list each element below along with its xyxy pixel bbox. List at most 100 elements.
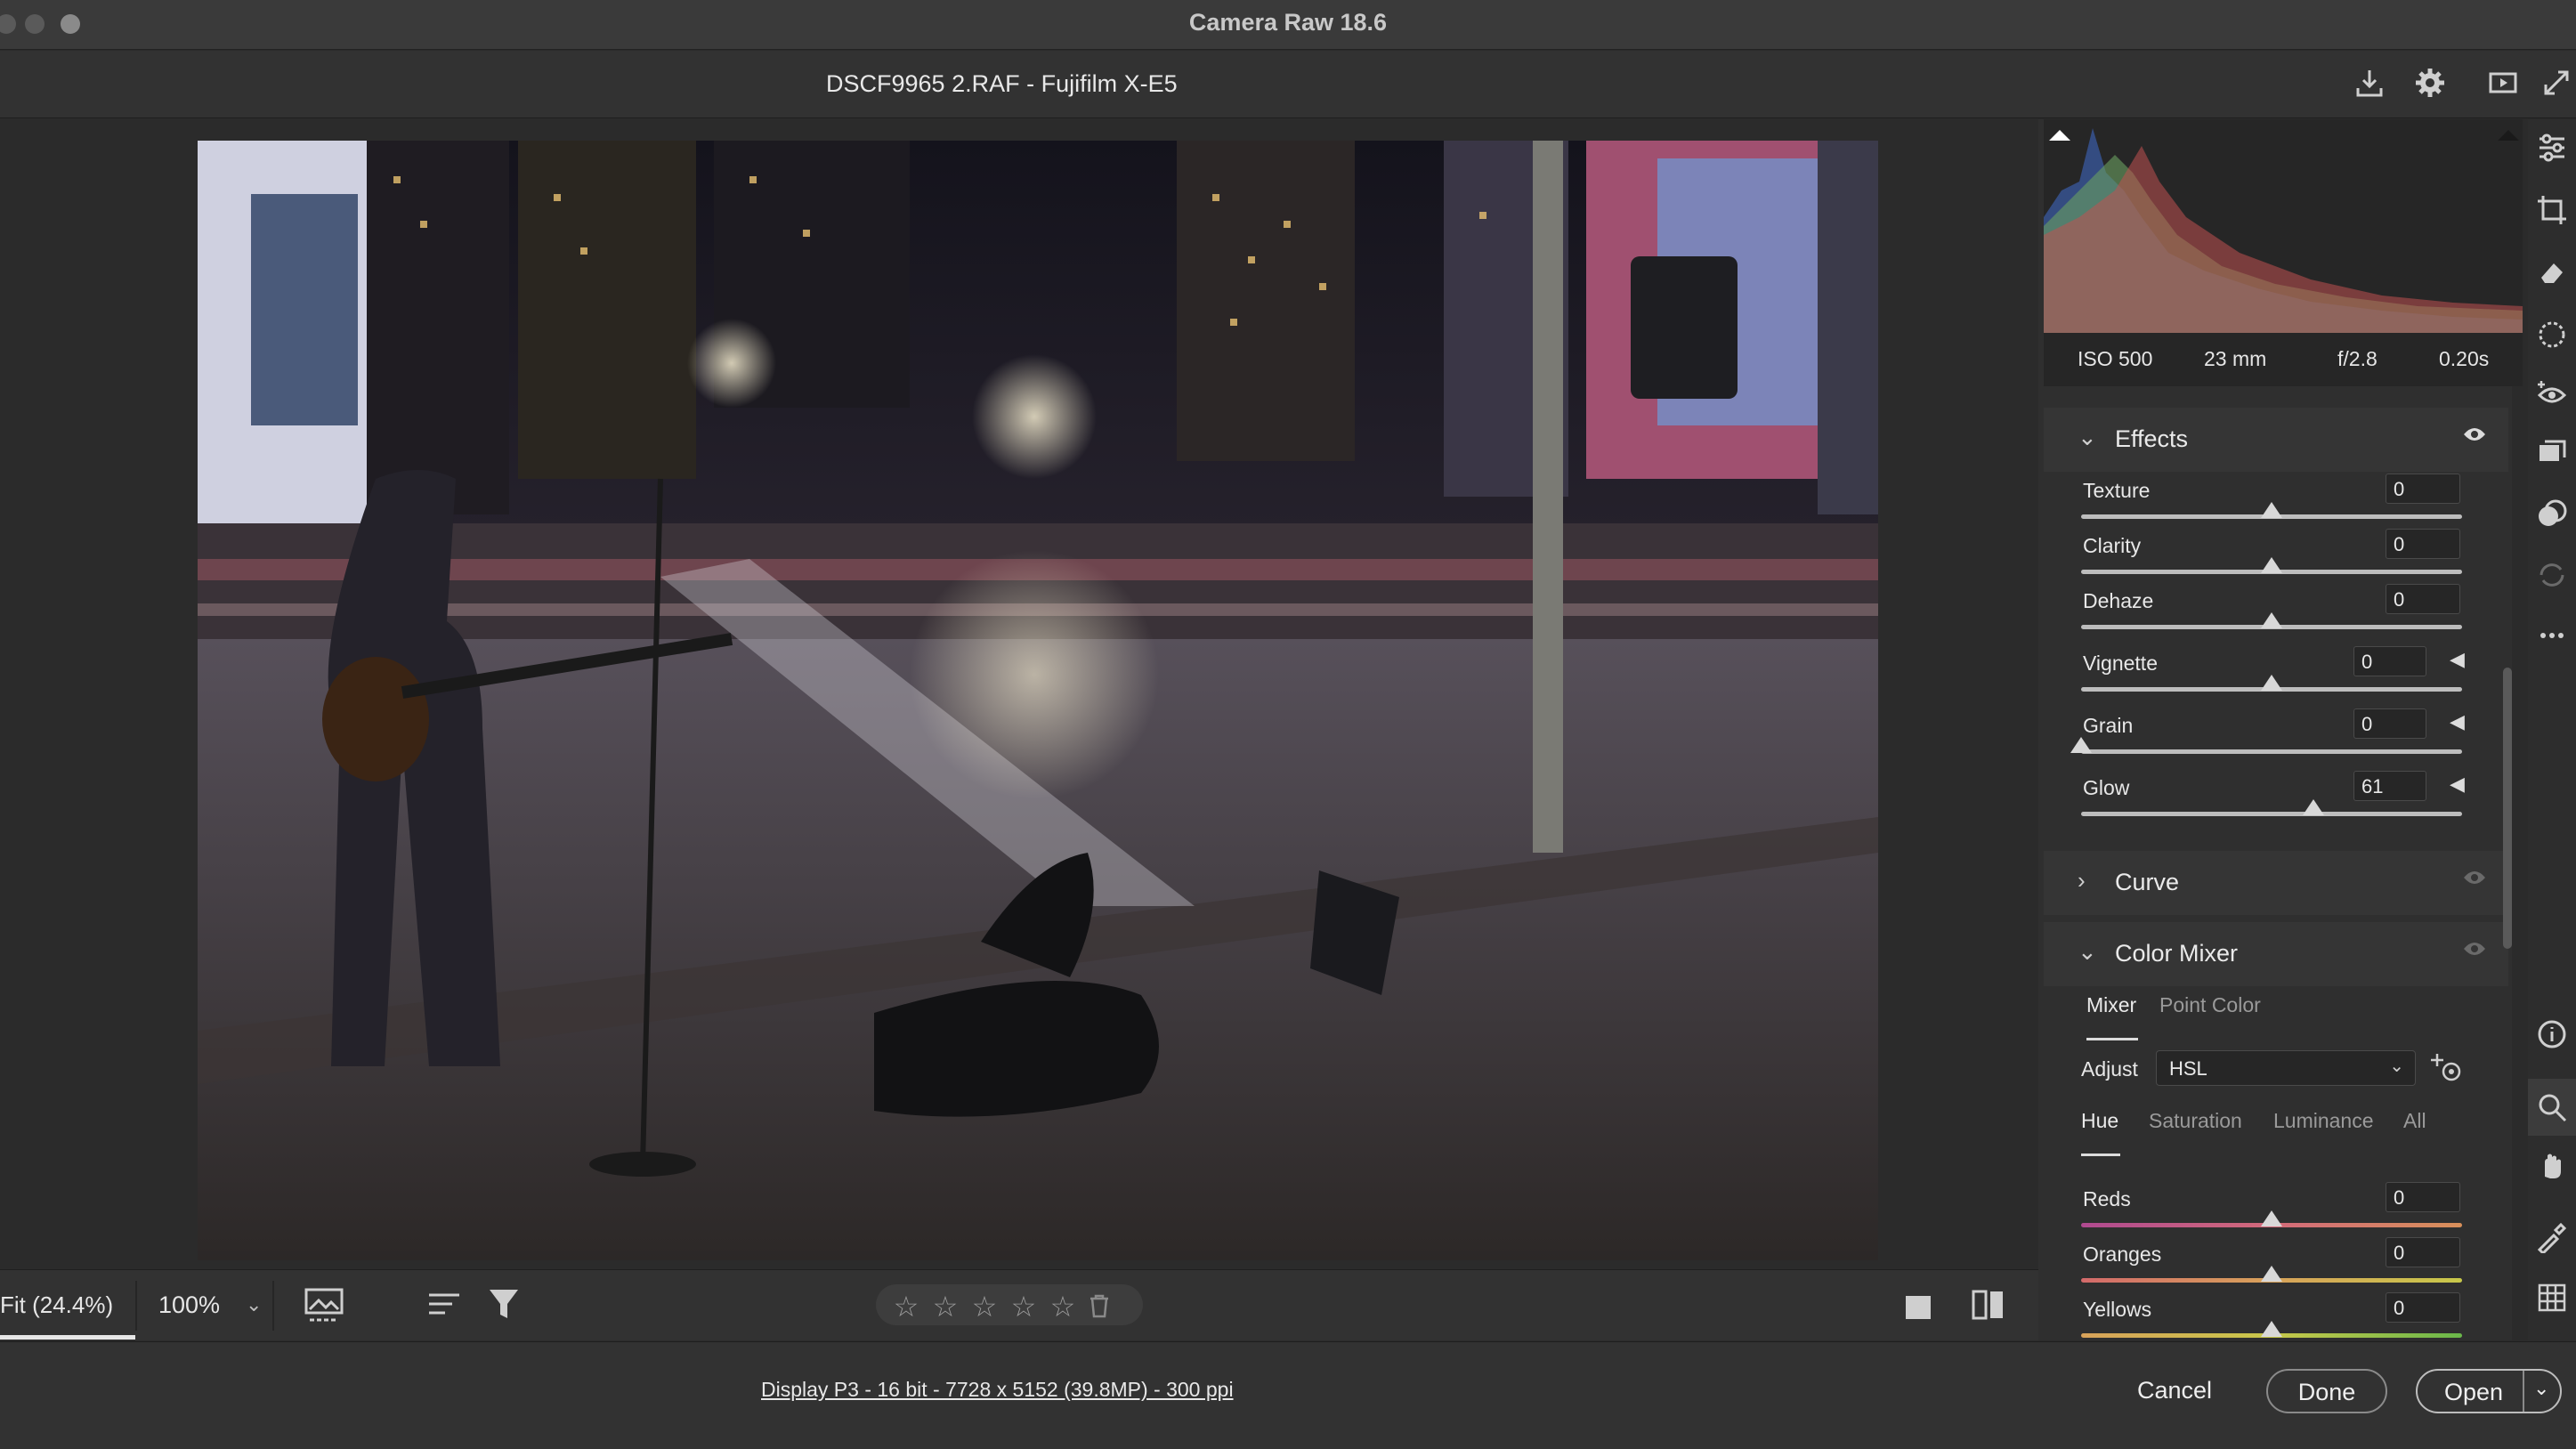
triangle-left-icon[interactable]: ◀ — [2450, 773, 2465, 796]
sort-icon[interactable] — [427, 1290, 463, 1326]
triangle-left-icon[interactable]: ◀ — [2450, 648, 2465, 671]
tab-underline — [2086, 1038, 2138, 1040]
exif-info: ISO 500 23 mm f/2.8 0.20s — [2044, 333, 2523, 386]
slider-thumb-reds[interactable] — [2261, 1210, 2282, 1226]
exif-aperture: f/2.8 — [2337, 347, 2378, 370]
star-5-icon[interactable]: ☆ — [1043, 1290, 1082, 1324]
file-title: DSCF9965 2.RAF - Fujifilm X-E5 — [826, 70, 1178, 97]
slider-thumb-glow[interactable] — [2303, 799, 2325, 815]
zoom-icon[interactable] — [2528, 1091, 2576, 1130]
chevron-down-icon: ⌄ — [2389, 1056, 2404, 1076]
star-rating[interactable]: ☆ ☆ ☆ ☆ ☆ — [876, 1284, 1143, 1325]
eye-icon[interactable] — [2462, 938, 2487, 965]
slider-label-texture: Texture — [2083, 479, 2151, 502]
crop-icon[interactable] — [2528, 194, 2576, 233]
more-icon[interactable] — [2528, 619, 2576, 659]
triangle-left-icon[interactable]: ◀ — [2450, 710, 2465, 733]
slider-value-texture[interactable]: 0 — [2386, 474, 2460, 504]
single-view-icon[interactable] — [1903, 1291, 1933, 1326]
color-mixer-title: Color Mixer — [2115, 940, 2239, 967]
file-header: DSCF9965 2.RAF - Fujifilm X-E5 — [0, 51, 2576, 118]
eraser-icon[interactable] — [2528, 256, 2576, 295]
slider-value-oranges[interactable]: 0 — [2386, 1237, 2460, 1267]
adjust-select-value: HSL — [2169, 1057, 2207, 1080]
done-button[interactable]: Done — [2266, 1369, 2387, 1413]
download-icon[interactable] — [2352, 67, 2387, 102]
hand-icon[interactable] — [2528, 1150, 2576, 1189]
curve-section-header[interactable]: › Curve — [2044, 851, 2508, 915]
image-canvas[interactable] — [0, 119, 2033, 1269]
slider-track-glow[interactable] — [2081, 812, 2462, 816]
effects-section-header[interactable]: ⌄ Effects — [2044, 408, 2508, 472]
star-1-icon[interactable]: ☆ — [887, 1290, 926, 1324]
redeye-icon[interactable] — [2528, 377, 2576, 417]
app-title: Camera Raw 18.6 — [1188, 9, 1388, 36]
adjust-select[interactable]: HSL ⌄ — [2156, 1050, 2416, 1086]
sync-icon[interactable] — [2528, 559, 2576, 598]
fit-zoom-button[interactable]: Fit (24.4%) — [0, 1270, 135, 1340]
edit-sliders-icon[interactable] — [2528, 132, 2576, 171]
slider-thumb-dehaze[interactable] — [2261, 612, 2282, 628]
slider-thumb-texture[interactable] — [2261, 502, 2282, 518]
star-3-icon[interactable]: ☆ — [965, 1290, 1004, 1324]
slider-thumb-yellows[interactable] — [2261, 1321, 2282, 1337]
slider-value-dehaze[interactable]: 0 — [2386, 584, 2460, 614]
bottom-toolbar: Fit (24.4%) 100% ⌄ ☆ ☆ ☆ ☆ ☆ — [0, 1269, 2038, 1340]
zoom-100-button[interactable]: 100% — [158, 1270, 220, 1340]
eye-icon[interactable] — [2462, 424, 2487, 450]
photo-preview[interactable] — [198, 141, 1878, 1260]
panel-scrollbar[interactable] — [2503, 668, 2512, 949]
color-mixer-section-header[interactable]: ⌄ Color Mixer — [2044, 922, 2508, 986]
curve-title: Curve — [2115, 869, 2180, 895]
slider-label-clarity: Clarity — [2083, 534, 2142, 557]
cancel-button[interactable]: Cancel — [2117, 1369, 2232, 1413]
slider-value-yellows[interactable]: 0 — [2386, 1292, 2460, 1323]
targeted-adjustment-icon[interactable] — [2430, 1052, 2466, 1090]
filmstrip-icon[interactable] — [304, 1288, 345, 1328]
divider — [2523, 1371, 2524, 1412]
slider-value-vignette[interactable]: 0 — [2353, 646, 2426, 676]
exif-iso: ISO 500 — [2078, 347, 2153, 370]
slider-label-vignette: Vignette — [2083, 652, 2158, 675]
before-after-icon[interactable] — [1971, 1288, 2006, 1326]
presets-icon[interactable] — [2528, 498, 2576, 538]
subtab-hue[interactable]: Hue — [2081, 1109, 2118, 1133]
slider-label-oranges: Oranges — [2083, 1243, 2162, 1266]
slideshow-icon[interactable] — [2485, 67, 2521, 102]
slider-value-glow[interactable]: 61 — [2353, 771, 2426, 801]
divider — [135, 1281, 137, 1331]
chevron-down-icon[interactable]: ⌄ — [246, 1270, 262, 1340]
gear-icon[interactable] — [2412, 67, 2448, 102]
subtab-all[interactable]: All — [2403, 1109, 2426, 1133]
eye-icon[interactable] — [2462, 867, 2487, 894]
slider-thumb-oranges[interactable] — [2261, 1266, 2282, 1282]
info-icon[interactable] — [2528, 1018, 2576, 1057]
masking-icon[interactable] — [2528, 319, 2576, 358]
slider-track-grain[interactable] — [2081, 749, 2462, 754]
slider-thumb-grain[interactable] — [2070, 737, 2092, 753]
tab-point-color[interactable]: Point Color — [2159, 993, 2261, 1017]
subtab-luminance[interactable]: Luminance — [2273, 1109, 2374, 1133]
workflow-options-link[interactable]: Display P3 - 16 bit - 7728 x 5152 (39.8M… — [761, 1378, 1234, 1402]
star-2-icon[interactable]: ☆ — [926, 1290, 965, 1324]
filter-icon[interactable] — [488, 1288, 520, 1326]
slider-value-reds[interactable]: 0 — [2386, 1182, 2460, 1212]
star-4-icon[interactable]: ☆ — [1004, 1290, 1043, 1324]
trash-icon[interactable] — [1088, 1293, 1111, 1323]
expand-icon[interactable] — [2539, 67, 2574, 102]
chevron-down-icon: ⌄ — [2078, 938, 2097, 965]
snapshots-icon[interactable] — [2528, 438, 2576, 477]
chevron-right-icon: › — [2078, 867, 2086, 894]
divider — [272, 1281, 274, 1331]
chevron-down-icon[interactable]: ⌄ — [2533, 1367, 2549, 1410]
slider-label-reds: Reds — [2083, 1187, 2131, 1210]
eyedropper-icon[interactable] — [2528, 1221, 2576, 1260]
subtab-saturation[interactable]: Saturation — [2149, 1109, 2242, 1133]
slider-value-grain[interactable]: 0 — [2353, 708, 2426, 739]
tab-mixer[interactable]: Mixer — [2086, 993, 2136, 1017]
open-button[interactable]: Open ⌄ — [2416, 1369, 2562, 1413]
slider-thumb-clarity[interactable] — [2261, 557, 2282, 573]
slider-value-clarity[interactable]: 0 — [2386, 529, 2460, 559]
slider-thumb-vignette[interactable] — [2261, 675, 2282, 691]
grid-icon[interactable] — [2528, 1282, 2576, 1321]
